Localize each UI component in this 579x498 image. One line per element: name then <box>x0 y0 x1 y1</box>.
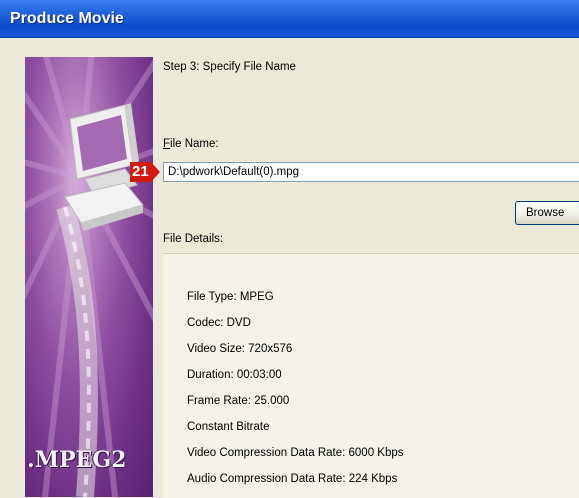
file-detail-frame-rate: Frame Rate: 25.000 <box>187 395 290 407</box>
file-detail-file-type: File Type: MPEG <box>187 291 274 303</box>
file-detail-bitrate-mode: Constant Bitrate <box>187 421 270 433</box>
file-detail-video-rate: Video Compression Data Rate: 6000 Kbps <box>187 447 404 459</box>
file-name-label: File Name: <box>163 138 219 150</box>
file-details-panel: File Type: MPEG Codec: DVD Video Size: 7… <box>163 253 579 498</box>
file-detail-video-size: Video Size: 720x576 <box>187 343 293 355</box>
file-name-label-accesskey: F <box>163 138 171 150</box>
mpeg2-caption: .MPEG2 <box>27 447 127 473</box>
annotation-number: 21 <box>130 162 151 182</box>
file-detail-codec: Codec: DVD <box>187 317 251 329</box>
file-name-label-rest: ile Name: <box>170 138 219 150</box>
file-name-input[interactable] <box>163 162 579 182</box>
title-bar[interactable]: Produce Movie <box>0 0 579 38</box>
mpeg2-side-image: .MPEG2 <box>25 57 153 497</box>
computer-illustration-icon <box>25 57 153 497</box>
annotation-badge: 21 <box>130 162 160 182</box>
browse-button[interactable]: Browse <box>515 201 579 225</box>
annotation-arrow-icon <box>150 162 160 182</box>
step-label: Step 3: Specify File Name <box>163 61 296 73</box>
file-detail-audio-rate: Audio Compression Data Rate: 224 Kbps <box>187 473 398 485</box>
file-details-list: File Type: MPEG Codec: DVD Video Size: 7… <box>187 284 404 492</box>
file-details-label: File Details: <box>163 233 224 245</box>
window-title: Produce Movie <box>10 10 124 27</box>
file-detail-duration: Duration: 00:03:00 <box>187 369 282 381</box>
